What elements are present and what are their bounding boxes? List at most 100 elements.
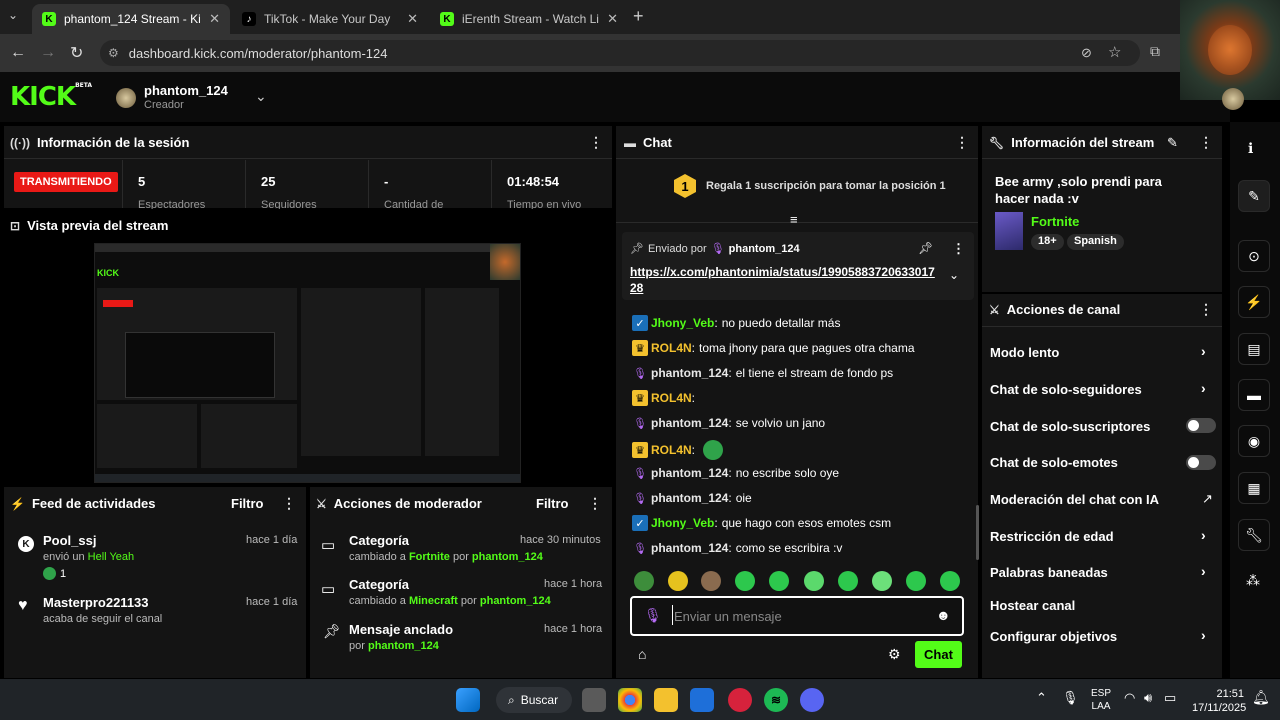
close-tab-icon[interactable]: ✕ bbox=[209, 11, 220, 27]
gift-leaderboard-text[interactable]: Regala 1 suscripción para tomar la posic… bbox=[706, 180, 946, 192]
chat-message[interactable]: ✓ Jhony_Veb: que hago con esos emotes csm bbox=[632, 515, 891, 531]
send-chat-button[interactable]: Chat bbox=[915, 641, 962, 668]
apps-icon[interactable]: ⁂ bbox=[1246, 572, 1260, 589]
stream-preview-video[interactable]: KICK bbox=[94, 243, 521, 483]
forward-icon[interactable]: → bbox=[40, 44, 56, 62]
configure-goals-action[interactable]: Configurar objetivos bbox=[990, 629, 1117, 644]
pinned-link[interactable]: https://x.com/phantonimia/status/1990588… bbox=[630, 264, 935, 296]
followers-only-action[interactable]: Chat de solo-seguidores bbox=[990, 382, 1142, 397]
more-options-icon[interactable]: ⋮ bbox=[589, 134, 603, 151]
age-restriction-action[interactable]: Restricción de edad bbox=[990, 529, 1114, 544]
tab-kick-dashboard[interactable]: K phantom_124 Stream - Kick Da ✕ bbox=[32, 4, 230, 34]
chat-username[interactable]: phantom_124 bbox=[651, 491, 728, 505]
chat-message-input[interactable]: 🎙︎ Enviar un mensaje ☻ bbox=[630, 596, 964, 636]
chat-username[interactable]: phantom_124 bbox=[651, 416, 728, 430]
spotify-icon[interactable]: ≋ bbox=[764, 688, 788, 712]
chat-username[interactable]: Jhony_Veb bbox=[651, 516, 714, 530]
emote-icon[interactable] bbox=[735, 571, 755, 591]
bookmark-star-icon[interactable]: ☆ bbox=[1108, 43, 1121, 61]
chevron-right-icon[interactable]: › bbox=[1201, 627, 1206, 643]
settings-gear-icon[interactable]: ⚙ bbox=[888, 646, 901, 663]
more-options-icon[interactable]: ⋮ bbox=[282, 495, 296, 512]
site-info-icon[interactable]: ⚙ bbox=[108, 46, 119, 60]
chevron-right-icon[interactable]: › bbox=[1201, 343, 1206, 359]
chat-username[interactable]: phantom_124 bbox=[651, 466, 728, 480]
edit-pencil-icon[interactable]: ✎ bbox=[1167, 135, 1178, 151]
emoji-icon[interactable]: ☻ bbox=[936, 607, 951, 623]
chat-username[interactable]: ROL4N bbox=[651, 391, 692, 405]
close-tab-icon[interactable]: ✕ bbox=[407, 11, 418, 27]
emote-icon[interactable] bbox=[701, 571, 721, 591]
chat-message[interactable]: ✓ Jhony_Veb: no puedo detallar más bbox=[632, 315, 840, 331]
app-icon[interactable] bbox=[728, 688, 752, 712]
avatar[interactable] bbox=[1222, 88, 1244, 110]
emote-icon[interactable] bbox=[703, 440, 724, 460]
new-tab-button[interactable]: + bbox=[633, 6, 644, 27]
chrome-icon[interactable] bbox=[618, 688, 642, 712]
lightning-icon[interactable]: ⚡ bbox=[1238, 286, 1270, 318]
chat-message[interactable]: 🎙︎ phantom_124: oie bbox=[632, 490, 752, 506]
tab-ierenth[interactable]: K iErenth Stream - Watch Live on ✕ bbox=[430, 4, 628, 34]
slow-mode-action[interactable]: Modo lento bbox=[990, 345, 1059, 360]
more-options-icon[interactable]: ⋮ bbox=[1199, 301, 1213, 318]
mod-filter-button[interactable]: Filtro bbox=[536, 496, 569, 511]
layout-icon[interactable]: ▦ bbox=[1238, 472, 1270, 504]
emote-icon[interactable] bbox=[769, 571, 789, 591]
more-options-icon[interactable]: ⋮ bbox=[1199, 134, 1213, 151]
windows-start-icon[interactable] bbox=[456, 688, 480, 712]
chat-message[interactable]: ♛ ROL4N: bbox=[632, 390, 699, 406]
chat-message[interactable]: ♛ ROL4N: bbox=[632, 440, 724, 460]
url-bar[interactable]: ⚙ dashboard.kick.com/moderator/phantom-1… bbox=[100, 40, 1140, 66]
battery-icon[interactable]: ▭ bbox=[1164, 690, 1176, 706]
emote-icon[interactable] bbox=[804, 571, 824, 591]
chat-username[interactable]: phantom_124 bbox=[651, 541, 728, 555]
chevron-down-icon[interactable]: ⌄ bbox=[255, 88, 267, 105]
chat-username[interactable]: phantom_124 bbox=[651, 366, 728, 380]
chat-message[interactable]: ♛ ROL4N: toma jhony para que pagues otra c… bbox=[632, 340, 915, 356]
chat-username[interactable]: Jhony_Veb bbox=[651, 316, 714, 330]
emote-icon[interactable] bbox=[838, 571, 858, 591]
banned-words-action[interactable]: Palabras baneadas bbox=[990, 565, 1108, 580]
subscribers-only-toggle[interactable] bbox=[1186, 418, 1216, 433]
tab-search-icon[interactable]: ⌄ bbox=[8, 8, 18, 22]
tab-tiktok[interactable]: ♪ TikTok - Make Your Day ✕ bbox=[232, 4, 428, 34]
language-indicator[interactable]: ESP LAA bbox=[1091, 687, 1111, 713]
unpin-icon[interactable]: 📌︎ bbox=[918, 241, 933, 255]
wrench-icon[interactable]: 🔧︎ bbox=[1238, 519, 1270, 551]
more-options-icon[interactable]: ⋮ bbox=[955, 134, 969, 151]
chevron-right-icon[interactable]: › bbox=[1201, 380, 1206, 396]
chat-bubble-icon[interactable]: ▬ bbox=[1238, 379, 1270, 411]
chevron-right-icon[interactable]: › bbox=[1201, 527, 1206, 543]
chat-scrollbar[interactable] bbox=[976, 505, 979, 560]
kick-logo[interactable]: KICKBETA bbox=[10, 82, 92, 112]
taskbar-search[interactable]: ⌕ Buscar bbox=[496, 687, 572, 713]
close-tab-icon[interactable]: ✕ bbox=[607, 11, 618, 27]
discord-icon[interactable] bbox=[800, 688, 824, 712]
eye-off-icon[interactable]: ⊘ bbox=[1081, 45, 1092, 61]
back-icon[interactable]: ← bbox=[10, 44, 26, 62]
chevron-up-icon[interactable]: ⌃ bbox=[1036, 690, 1047, 706]
store-icon[interactable]: ⌂ bbox=[638, 646, 646, 662]
emote-icon[interactable] bbox=[906, 571, 926, 591]
chat-username[interactable]: ROL4N bbox=[651, 341, 692, 355]
chevron-right-icon[interactable]: › bbox=[1201, 563, 1206, 579]
category-link[interactable]: Fortnite bbox=[1031, 214, 1079, 229]
broadcast-icon[interactable]: ◉ bbox=[1238, 425, 1270, 457]
chat-message[interactable]: 🎙︎ phantom_124: el tiene el stream de fond… bbox=[632, 365, 893, 381]
category-thumbnail[interactable] bbox=[995, 212, 1023, 250]
chat-username[interactable]: ROL4N bbox=[651, 443, 692, 457]
emote-icon[interactable] bbox=[872, 571, 892, 591]
more-options-icon[interactable]: ⋮ bbox=[588, 495, 602, 512]
edit-pencil-icon[interactable]: ✎ bbox=[1238, 180, 1270, 212]
info-icon[interactable]: ℹ bbox=[1248, 140, 1253, 157]
document-icon[interactable]: ▤ bbox=[1238, 333, 1270, 365]
file-explorer-icon[interactable] bbox=[654, 688, 678, 712]
task-view-icon[interactable] bbox=[582, 688, 606, 712]
reload-icon[interactable]: ↻ bbox=[70, 43, 83, 63]
wifi-icon[interactable]: ◠ bbox=[1124, 690, 1135, 706]
camera-icon[interactable]: ⊙ bbox=[1238, 240, 1270, 272]
microphone-icon[interactable]: 🎙︎ bbox=[1062, 690, 1079, 706]
emotes-only-toggle[interactable] bbox=[1186, 455, 1216, 470]
more-options-icon[interactable]: ⋮ bbox=[952, 241, 965, 257]
store-icon[interactable] bbox=[690, 688, 714, 712]
